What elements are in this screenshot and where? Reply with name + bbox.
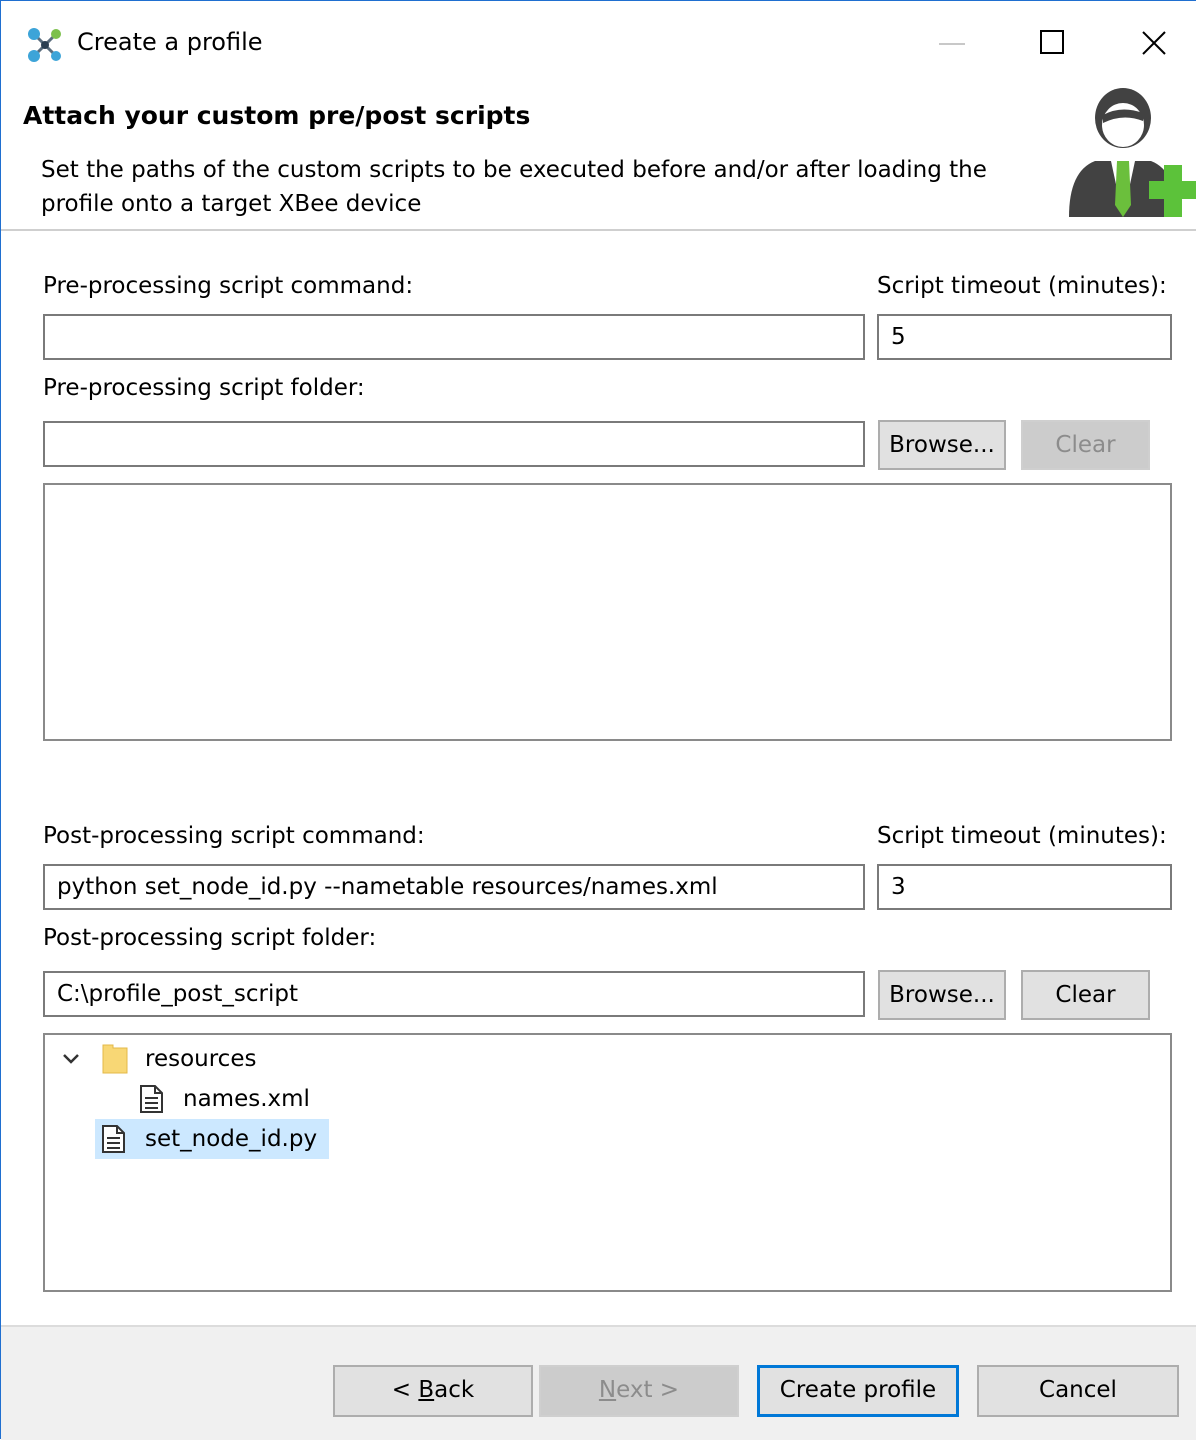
tree-item-set-node-id[interactable]: set_node_id.py [95,1119,329,1159]
create-profile-button[interactable]: Create profile [757,1365,959,1417]
wizard-header: Attach your custom pre/post scripts Set … [1,85,1196,231]
post-timeout-input[interactable]: 3 [877,864,1172,910]
pre-browse-button[interactable]: Browse... [878,420,1006,470]
back-button-prefix: < [391,1377,419,1403]
pre-command-label: Pre-processing script command: [43,273,414,299]
chevron-down-icon[interactable] [59,1049,83,1069]
pre-folder-input[interactable] [43,421,865,467]
title-bar: Create a profile [1,1,1196,85]
post-folder-tree[interactable]: resources names.xml set_node_id.py [43,1033,1172,1292]
back-button-rest: ack [434,1377,475,1403]
add-user-icon [1069,88,1196,217]
post-command-input[interactable]: python set_node_id.py --nametable resour… [43,864,865,910]
pre-folder-tree[interactable] [43,483,1172,741]
tree-item-label: resources [145,1046,257,1072]
folder-icon [102,1044,128,1074]
pre-command-input[interactable] [43,314,865,360]
next-button-mnemonic: N [598,1377,617,1403]
close-icon[interactable] [1105,11,1196,75]
tree-item-label: names.xml [183,1086,310,1112]
post-timeout-label: Script timeout (minutes): [877,823,1167,849]
file-icon [102,1125,125,1153]
window-title: Create a profile [77,28,263,56]
post-folder-label: Post-processing script folder: [43,925,377,951]
minimize-icon[interactable] [903,11,999,75]
post-browse-button[interactable]: Browse... [878,970,1006,1020]
post-command-label: Post-processing script command: [43,823,425,849]
next-button[interactable]: Next > [539,1365,739,1417]
pre-folder-label: Pre-processing script folder: [43,375,365,401]
create-profile-dialog: Create a profile Attach your custom pre/… [0,0,1196,1440]
pre-timeout-input[interactable]: 5 [877,314,1172,360]
wizard-footer: < Back Next > Create profile Cancel [1,1325,1196,1440]
pre-clear-button[interactable]: Clear [1021,420,1150,470]
file-icon [140,1085,163,1113]
pre-timeout-label: Script timeout (minutes): [877,273,1167,299]
maximize-icon[interactable] [1005,11,1101,75]
cancel-button[interactable]: Cancel [977,1365,1179,1417]
page-description: Set the paths of the custom scripts to b… [41,157,987,217]
tree-item-label: set_node_id.py [145,1126,318,1152]
post-folder-input[interactable]: C:\profile_post_script [43,971,865,1017]
next-button-rest: ext > [616,1377,680,1403]
post-clear-button[interactable]: Clear [1021,970,1150,1020]
back-button[interactable]: < Back [333,1365,533,1417]
back-button-mnemonic: B [418,1377,435,1403]
page-title: Attach your custom pre/post scripts [23,101,531,130]
network-icon [28,28,61,62]
